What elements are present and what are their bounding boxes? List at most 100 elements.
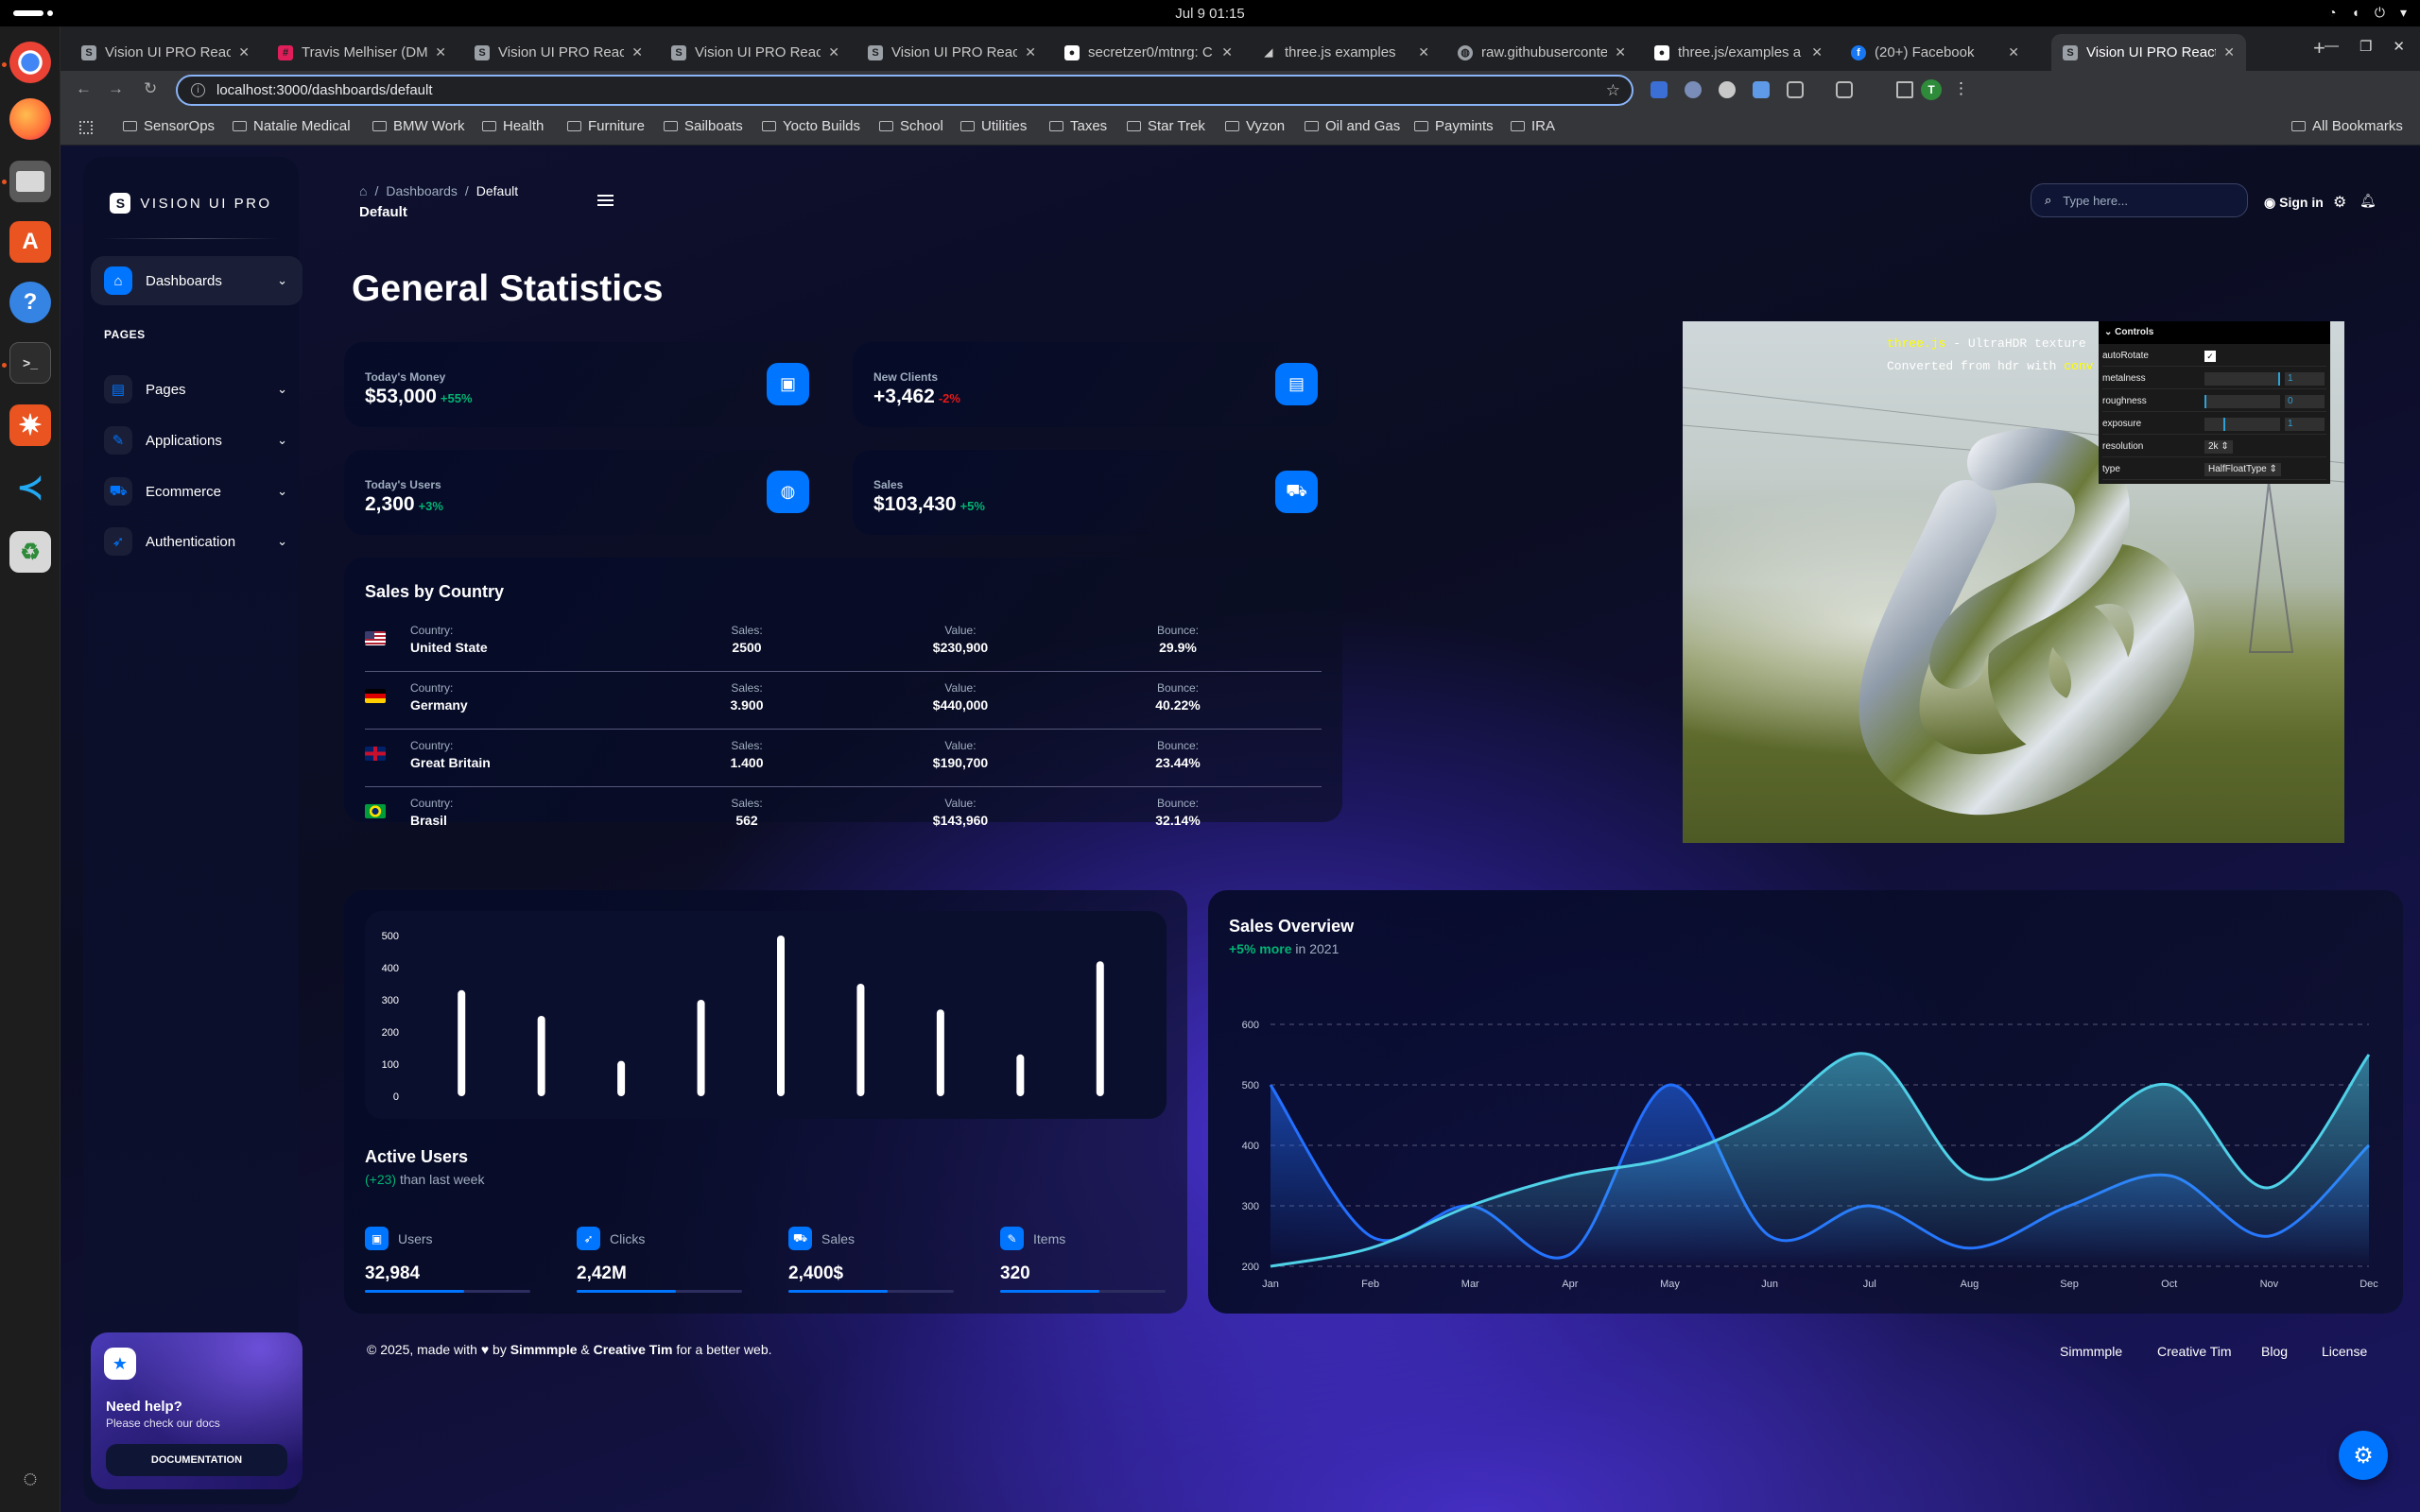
extension-icon[interactable] — [1685, 81, 1702, 98]
bookmark-folder[interactable]: Sailboats — [664, 118, 743, 134]
tab[interactable]: S Vision UI PRO React ✕ — [463, 34, 654, 71]
cast-icon[interactable] — [1896, 81, 1913, 98]
bookmark-folder[interactable]: Utilities — [960, 118, 1027, 134]
extension-icon[interactable] — [1651, 81, 1668, 98]
brand[interactable]: S VISION UI PRO — [83, 193, 299, 214]
tab[interactable]: ● secretzer0/mtnrg: C ✕ — [1053, 34, 1244, 71]
chrome-icon[interactable] — [9, 42, 51, 83]
kebab-menu-icon[interactable]: ⋮ — [1953, 79, 1969, 98]
info-link[interactable]: conv — [2064, 359, 2093, 373]
site-info-icon[interactable]: i — [191, 83, 205, 97]
tab[interactable]: S Vision UI PRO React ✕ — [70, 34, 261, 71]
close-icon[interactable]: ✕ — [1811, 44, 1823, 60]
sidebar-item-dashboards[interactable]: ⌂ Dashboards ⌄ — [91, 256, 302, 305]
bookmark-folder[interactable]: Paymints — [1414, 118, 1494, 134]
metalness-slider[interactable] — [2204, 371, 2280, 386]
minimize-icon[interactable]: — — [2325, 38, 2339, 55]
tab[interactable]: ◢ three.js examples ✕ — [1250, 34, 1441, 71]
home-icon[interactable]: ⌂ — [359, 183, 367, 198]
files-icon[interactable] — [9, 161, 51, 202]
address-bar[interactable]: i localhost:3000/dashboards/default ☆ — [176, 75, 1634, 106]
metalness-input[interactable]: 1 — [2285, 371, 2325, 386]
tab-active[interactable]: S Vision UI PRO React ✕ — [2051, 34, 2246, 71]
type-select[interactable]: HalfFloatType ⇕ — [2204, 462, 2281, 476]
search-input[interactable]: ⌕ Type here... — [2031, 183, 2248, 217]
bookmark-folder[interactable]: Vyzon — [1225, 118, 1285, 134]
help-icon[interactable]: ? — [9, 282, 51, 323]
bookmark-folder[interactable]: Yocto Builds — [762, 118, 860, 134]
slider-knob[interactable] — [2222, 417, 2225, 431]
forward-icon[interactable]: → — [108, 79, 124, 98]
table-row[interactable]: Country: United State Sales: 2500 Value: $2… — [365, 614, 1322, 672]
terminal-icon[interactable]: >_ — [9, 342, 51, 384]
menu-icon[interactable] — [597, 195, 614, 206]
menu-icon[interactable]: ▾ — [2400, 5, 2407, 21]
bookmark-folder[interactable]: SensorOps — [123, 118, 215, 134]
volume-icon[interactable]: ◖ — [2351, 5, 2359, 21]
system-tray[interactable]: ◔ ◖ ⏻ ▾ — [2328, 5, 2407, 21]
slider-knob[interactable] — [2204, 394, 2206, 408]
threejs-viewport[interactable]: three.js - UltraHDR texture Converted fr… — [1683, 321, 2344, 843]
wifi-icon[interactable]: ◔ — [2328, 5, 2336, 21]
autorotate-checkbox[interactable]: ✓ — [2204, 350, 2216, 362]
close-icon[interactable]: ✕ — [1418, 44, 1429, 60]
show-apps-icon[interactable]: ◌ — [9, 1457, 51, 1499]
close-icon[interactable]: ✕ — [1615, 44, 1626, 60]
tab[interactable]: S Vision UI PRO React ✕ — [660, 34, 851, 71]
bookmark-folder[interactable]: BMW Work — [372, 118, 465, 134]
footer-link-creative-tim[interactable]: Creative Tim — [2157, 1344, 2232, 1359]
documentation-button[interactable]: DOCUMENTATION — [106, 1444, 287, 1476]
extension-icon[interactable] — [1753, 81, 1770, 98]
close-icon[interactable]: ✕ — [1221, 44, 1233, 60]
slider-knob[interactable] — [2278, 371, 2280, 386]
bookmark-folder[interactable]: Health — [482, 118, 544, 134]
close-icon[interactable]: ✕ — [2393, 38, 2405, 55]
all-bookmarks[interactable]: All Bookmarks — [2291, 118, 2403, 134]
footer-link-simmmple[interactable]: Simmmple — [2060, 1344, 2122, 1359]
sidebar-item-pages[interactable]: ▤ Pages ⌄ — [91, 365, 302, 414]
os-clock[interactable]: Jul 9 01:15 — [0, 6, 2420, 22]
trash-icon[interactable]: ♻ — [9, 531, 51, 573]
roughness-input[interactable]: 0 — [2285, 394, 2325, 408]
roughness-slider[interactable] — [2204, 394, 2280, 408]
close-icon[interactable]: ✕ — [2223, 44, 2235, 60]
close-icon[interactable]: ✕ — [1025, 44, 1036, 60]
sidebar-item-authentication[interactable]: ➶ Authentication ⌄ — [91, 517, 302, 566]
author-link[interactable]: Simmmple — [510, 1342, 578, 1357]
bookmark-star-icon[interactable]: ☆ — [1606, 81, 1620, 100]
close-icon[interactable]: ✕ — [631, 44, 643, 60]
apps-grid-icon[interactable] — [79, 121, 93, 134]
power-icon[interactable]: ⏻ — [2375, 5, 2385, 21]
footer-link-blog[interactable]: Blog — [2261, 1344, 2288, 1359]
info-link[interactable]: three.js — [1887, 336, 1945, 351]
close-icon[interactable]: ✕ — [828, 44, 839, 60]
bookmark-folder[interactable]: IRA — [1511, 118, 1555, 134]
resolution-select[interactable]: 2k ⇕ — [2204, 439, 2233, 454]
vscode-icon[interactable]: ≺ — [9, 467, 51, 508]
close-icon[interactable]: ✕ — [2008, 44, 2019, 60]
tab[interactable]: ◍ raw.githubuserconte ✕ — [1446, 34, 1637, 71]
exposure-slider[interactable] — [2204, 417, 2280, 431]
maximize-icon[interactable]: ❐ — [2360, 38, 2372, 55]
sign-in-link[interactable]: ◉ Sign in — [2264, 195, 2324, 211]
sidepanel-icon[interactable] — [1836, 81, 1853, 98]
tab[interactable]: # Travis Melhiser (DM) ✕ — [267, 34, 458, 71]
bookmark-folder[interactable]: School — [879, 118, 943, 134]
bookmark-folder[interactable]: Furniture — [567, 118, 645, 134]
table-row[interactable]: Country: Brasil Sales: 562 Value: $143,960 … — [365, 787, 1322, 845]
puzzle-icon[interactable] — [1787, 81, 1804, 98]
settings-fab[interactable]: ⚙ — [2339, 1431, 2388, 1480]
sidebar-item-applications[interactable]: ✎ Applications ⌄ — [91, 416, 302, 465]
extension-icon[interactable] — [1719, 81, 1736, 98]
claude-icon[interactable]: ✷ — [9, 404, 51, 446]
sidebar-item-ecommerce[interactable]: ⛟ Ecommerce ⌄ — [91, 467, 302, 516]
exposure-input[interactable]: 1 — [2285, 417, 2325, 431]
table-row[interactable]: Country: Great Britain Sales: 1.400 Value:… — [365, 730, 1322, 787]
footer-link-license[interactable]: License — [2322, 1344, 2367, 1359]
bell-icon[interactable]: 🔔︎ — [2360, 193, 2377, 209]
new-tab-button[interactable]: + — [2313, 36, 2325, 60]
reload-icon[interactable]: ↻ — [144, 79, 157, 98]
tab[interactable]: ● three.js/examples a ✕ — [1643, 34, 1834, 71]
breadcrumb-link[interactable]: Dashboards — [386, 183, 458, 198]
bookmark-folder[interactable]: Star Trek — [1127, 118, 1205, 134]
